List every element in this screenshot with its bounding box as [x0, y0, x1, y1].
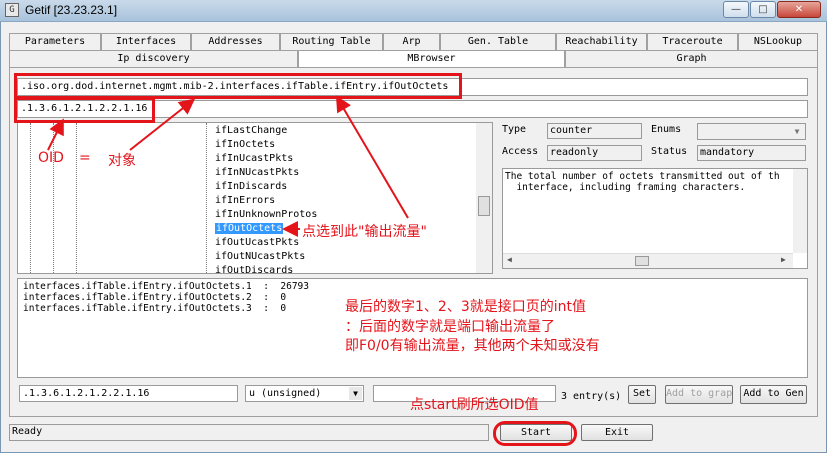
- annotation-arrows: [47, 95, 409, 237]
- arrow-to-oid-field: [129, 98, 196, 151]
- arrow-to-mib-path: [335, 95, 409, 219]
- arrow-to-oid: [47, 118, 64, 151]
